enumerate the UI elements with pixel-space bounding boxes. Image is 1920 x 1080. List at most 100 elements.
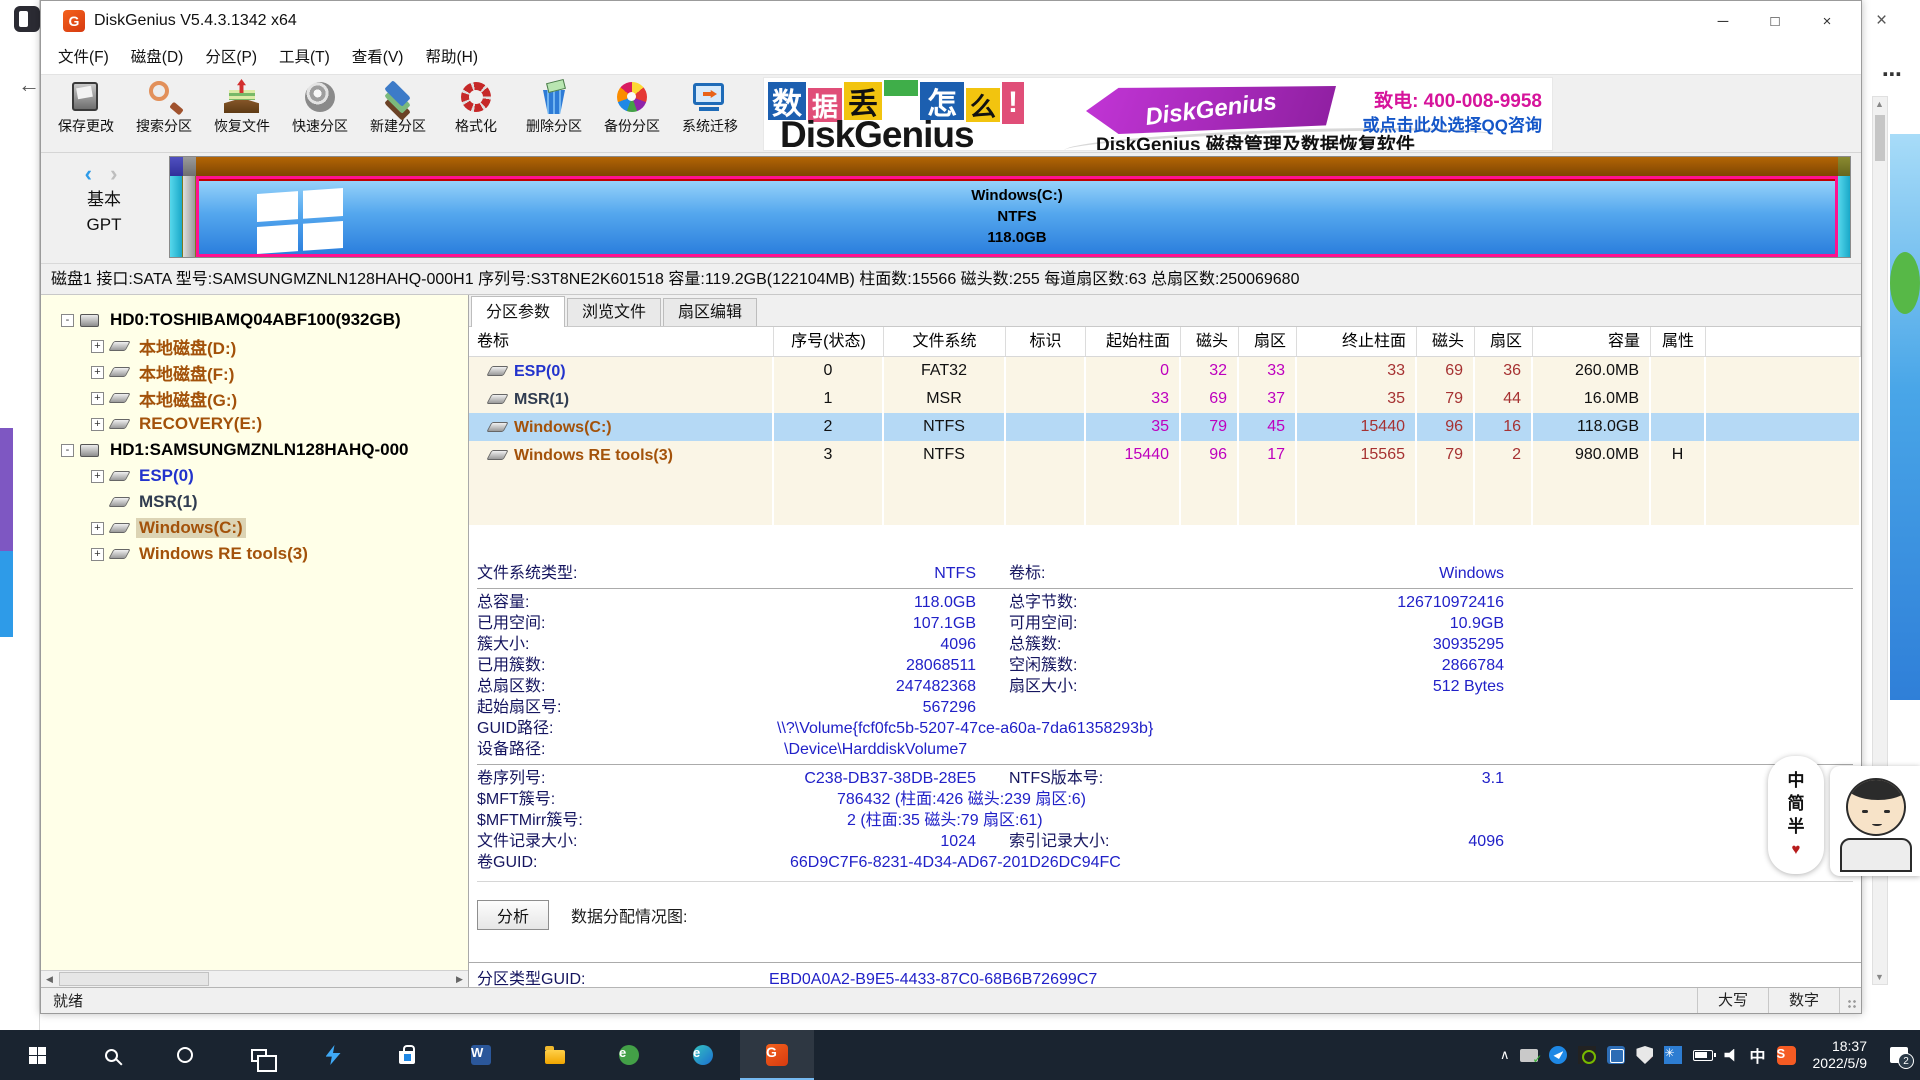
- partition-block-re-tools[interactable]: [1838, 157, 1850, 257]
- column-header-11[interactable]: 属性: [1651, 327, 1706, 356]
- table-row-esp-0-[interactable]: ESP(0)0FAT3203233336936260.0MB: [469, 357, 1861, 385]
- collapse-box-icon[interactable]: -: [61, 444, 74, 457]
- tray-volume-icon[interactable]: ): [1724, 1049, 1738, 1062]
- toolbar-save-changes-button[interactable]: 保存更改: [47, 75, 125, 152]
- toolbar-search-partition-button[interactable]: 搜索分区: [125, 75, 203, 152]
- tree-item-msr-1-[interactable]: +MSR(1): [41, 489, 468, 515]
- taskbar-diskgenius-icon[interactable]: G: [740, 1030, 814, 1080]
- toolbar-quick-partition-button[interactable]: 快速分区: [281, 75, 359, 152]
- column-header-2[interactable]: 文件系统: [884, 327, 1006, 356]
- table-row-windows-re-tools-3-[interactable]: Windows RE tools(3)3NTFS1544096171556579…: [469, 441, 1861, 469]
- toolbar-delete-partition-button[interactable]: 删除分区: [515, 75, 593, 152]
- tray-tray-chevron-icon[interactable]: ∧: [1500, 1047, 1510, 1063]
- column-header-0[interactable]: 卷标: [469, 327, 774, 356]
- tray-printer-icon[interactable]: ✓: [1520, 1049, 1538, 1062]
- background-menu-dots-icon[interactable]: ⋯: [1882, 62, 1902, 87]
- tree-item-windows-re-tools-3-[interactable]: +Windows RE tools(3): [41, 541, 468, 567]
- taskbar-store-icon[interactable]: [370, 1030, 444, 1080]
- tab-扇区编辑[interactable]: 扇区编辑: [663, 298, 757, 326]
- tray-sogou-icon[interactable]: S: [1777, 1046, 1796, 1065]
- expand-box-icon[interactable]: +: [91, 392, 104, 405]
- toolbar-new-partition-button[interactable]: 新建分区: [359, 75, 437, 152]
- column-header-9[interactable]: 扇区: [1475, 327, 1533, 356]
- next-disk-arrow-icon[interactable]: ›: [110, 161, 123, 186]
- tree-item-hd0-toshibamq04abf100-932gb-[interactable]: -HD0:TOSHIBAMQ04ABF100(932GB): [41, 307, 468, 333]
- scrollbar-thumb[interactable]: [1875, 115, 1885, 161]
- notification-center-icon[interactable]: 2: [1884, 1040, 1914, 1070]
- expand-box-icon[interactable]: +: [91, 470, 104, 483]
- prev-disk-arrow-icon[interactable]: ‹: [85, 161, 98, 186]
- toolbar-format-button[interactable]: 格式化: [437, 75, 515, 152]
- minimize-button[interactable]: ─: [1697, 1, 1749, 41]
- toolbar-system-migrate-button[interactable]: 系统迁移: [671, 75, 749, 152]
- collapse-box-icon[interactable]: -: [61, 314, 74, 327]
- expand-box-icon[interactable]: +: [91, 522, 104, 535]
- table-row-windows-c-[interactable]: Windows(C:)2NTFS357945154409616118.0GB: [469, 413, 1861, 441]
- taskbar-start-icon[interactable]: [0, 1030, 74, 1080]
- taskbar-cortana-icon[interactable]: [148, 1030, 222, 1080]
- toolbar-recover-files-button[interactable]: 恢复文件: [203, 75, 281, 152]
- menu-item-2[interactable]: 分区(P): [194, 44, 268, 72]
- column-header-7[interactable]: 终止柱面: [1297, 327, 1417, 356]
- tree-horizontal-scrollbar[interactable]: ◀ ▶: [41, 970, 468, 987]
- partition-block-windows-c[interactable]: Windows(C:) NTFS 118.0GB: [196, 157, 1838, 257]
- tree-item--g-[interactable]: +本地磁盘(G:): [41, 385, 468, 411]
- partition-block-msr[interactable]: [183, 157, 196, 257]
- menu-item-5[interactable]: 帮助(H): [414, 44, 489, 72]
- menu-item-3[interactable]: 工具(T): [268, 44, 341, 72]
- menu-item-4[interactable]: 查看(V): [341, 44, 415, 72]
- tray-intel-icon[interactable]: [1607, 1046, 1625, 1064]
- toolbar-backup-partition-button[interactable]: 备份分区: [593, 75, 671, 152]
- tab-分区参数[interactable]: 分区参数: [471, 296, 565, 327]
- taskbar-search-icon[interactable]: [74, 1030, 148, 1080]
- menu-item-0[interactable]: 文件(F): [47, 44, 120, 72]
- expand-box-icon[interactable]: +: [91, 366, 104, 379]
- back-arrow-icon[interactable]: ←: [18, 72, 40, 98]
- tab-浏览文件[interactable]: 浏览文件: [567, 298, 661, 326]
- taskbar-clock[interactable]: 18:37 2022/5/9: [1813, 1038, 1868, 1072]
- tray-ime-zh-icon[interactable]: 中: [1749, 1043, 1765, 1067]
- tree-item--f-[interactable]: +本地磁盘(F:): [41, 359, 468, 385]
- banner-ad[interactable]: 数据丢怎么! DiskGenius DiskGenius 致电: 400-008…: [763, 77, 1553, 151]
- expand-box-icon[interactable]: +: [91, 340, 104, 353]
- column-header-8[interactable]: 磁头: [1417, 327, 1475, 356]
- scroll-right-icon[interactable]: ▶: [451, 971, 468, 987]
- tree-item-esp-0-[interactable]: +ESP(0): [41, 463, 468, 489]
- maximize-button[interactable]: □: [1749, 1, 1801, 41]
- scrollbar-thumb[interactable]: [59, 972, 209, 986]
- close-button[interactable]: ×: [1801, 1, 1853, 41]
- scroll-up-icon[interactable]: ▲: [1875, 99, 1884, 109]
- tray-power-icon[interactable]: [1693, 1050, 1713, 1061]
- resize-grip[interactable]: [1839, 988, 1861, 1013]
- analyze-button[interactable]: 分析: [477, 900, 549, 930]
- taskbar-task-view-icon[interactable]: [222, 1030, 296, 1080]
- background-close-icon[interactable]: ×: [1876, 10, 1887, 32]
- scroll-left-icon[interactable]: ◀: [41, 971, 58, 987]
- tree-item--d-[interactable]: +本地磁盘(D:): [41, 333, 468, 359]
- expand-box-icon[interactable]: +: [91, 418, 104, 431]
- taskbar-word-icon[interactable]: W: [444, 1030, 518, 1080]
- sogou-ime-bar[interactable]: 中简半♥: [1768, 756, 1824, 874]
- expand-box-icon[interactable]: +: [91, 548, 104, 561]
- column-header-3[interactable]: 标识: [1006, 327, 1086, 356]
- tray-snowflake-icon[interactable]: ✳: [1664, 1046, 1682, 1064]
- tray-nvidia-icon[interactable]: [1578, 1046, 1596, 1064]
- taskbar-edge-icon[interactable]: e: [666, 1030, 740, 1080]
- tree-item-recovery-e-[interactable]: +RECOVERY(E:): [41, 411, 468, 437]
- sogou-mascot[interactable]: [1830, 766, 1920, 876]
- column-header-6[interactable]: 扇区: [1239, 327, 1297, 356]
- column-header-5[interactable]: 磁头: [1181, 327, 1239, 356]
- scroll-down-icon[interactable]: ▼: [1875, 972, 1884, 982]
- menu-item-1[interactable]: 磁盘(D): [120, 44, 195, 72]
- column-header-10[interactable]: 容量: [1533, 327, 1651, 356]
- partition-block-esp[interactable]: [170, 157, 183, 257]
- tree-item-hd1-samsungmznln128hahq-000[interactable]: -HD1:SAMSUNGMZNLN128HAHQ-000: [41, 437, 468, 463]
- taskbar-explorer-icon[interactable]: [518, 1030, 592, 1080]
- table-row-msr-1-[interactable]: MSR(1)1MSR33693735794416.0MB: [469, 385, 1861, 413]
- taskbar-green-browser-icon[interactable]: e: [592, 1030, 666, 1080]
- tree-item-windows-c-[interactable]: +Windows(C:): [41, 515, 468, 541]
- column-header-1[interactable]: 序号(状态): [774, 327, 884, 356]
- tray-defender-icon[interactable]: ×: [1636, 1046, 1653, 1064]
- column-header-4[interactable]: 起始柱面: [1086, 327, 1181, 356]
- taskbar-thunder-icon[interactable]: [296, 1030, 370, 1080]
